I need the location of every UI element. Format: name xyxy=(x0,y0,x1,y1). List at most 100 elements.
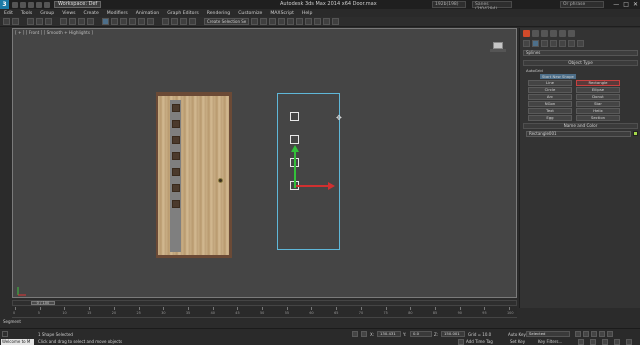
display-tab-icon[interactable] xyxy=(559,30,566,37)
redo-icon[interactable] xyxy=(12,18,19,25)
viewport-label[interactable]: [ + ] [ Front ] [ Smooth + Highlights ] xyxy=(15,30,93,35)
front-viewport[interactable]: [ + ] [ Front ] [ Smooth + Highlights ] xyxy=(12,28,517,298)
move-gizmo-y-axis[interactable] xyxy=(294,148,296,188)
infocenter-field-left[interactable]: 192b(198) xyxy=(432,1,466,8)
y-coordinate-input[interactable]: 0.0 xyxy=(410,331,432,337)
start-new-shape-checkbox[interactable]: Start New Shape xyxy=(540,74,576,79)
curve-editor-icon[interactable] xyxy=(287,18,295,25)
modify-tab-icon[interactable] xyxy=(532,30,539,37)
viewcube-icon[interactable] xyxy=(490,42,506,53)
absolute-mode-icon[interactable] xyxy=(361,331,367,337)
selected-set-dropdown[interactable]: Selected xyxy=(526,331,570,337)
close-icon[interactable]: ✕ xyxy=(633,1,638,8)
motion-tab-icon[interactable] xyxy=(550,30,557,37)
menu-views[interactable]: Views xyxy=(62,11,75,16)
zoom-all-icon[interactable] xyxy=(590,339,596,345)
geometry-icon[interactable] xyxy=(523,40,530,47)
select-by-name-icon[interactable] xyxy=(69,18,76,25)
door-leaf[interactable] xyxy=(158,96,229,255)
space-warps-icon[interactable] xyxy=(568,40,575,47)
align-icon[interactable] xyxy=(260,18,268,25)
named-selection-sets-dropdown[interactable]: Create Selection Se xyxy=(204,18,250,25)
circle-button[interactable]: Circle xyxy=(528,87,572,93)
play-icon[interactable] xyxy=(591,331,597,337)
undo-icon[interactable] xyxy=(36,1,42,8)
lock-selection-icon[interactable] xyxy=(352,331,358,337)
menu-rendering[interactable]: Rendering xyxy=(207,11,230,16)
select-object-icon[interactable] xyxy=(60,18,67,25)
star-button[interactable]: Star xyxy=(576,101,620,107)
maximize-icon[interactable]: □ xyxy=(623,1,629,8)
z-coordinate-input[interactable]: 150.001 xyxy=(441,331,465,337)
rectangle-button[interactable]: Rectangle xyxy=(576,80,620,86)
menu-modifiers[interactable]: Modifiers xyxy=(107,11,128,16)
x-coordinate-input[interactable]: 130.431 xyxy=(377,331,401,337)
select-and-rotate-icon[interactable] xyxy=(111,18,118,25)
window-crossing-icon[interactable] xyxy=(87,18,94,25)
text-button[interactable]: Text xyxy=(528,108,572,114)
object-name-input[interactable]: Rectangle001 xyxy=(526,131,631,137)
time-slider[interactable]: 0 / 100 xyxy=(12,300,517,306)
infocenter-search-input[interactable]: Or phrase xyxy=(560,1,604,8)
menu-create[interactable]: Create xyxy=(84,11,99,16)
graphite-toggle-icon[interactable] xyxy=(278,18,286,25)
vertex-marker[interactable] xyxy=(290,135,299,144)
schematic-view-icon[interactable] xyxy=(296,18,304,25)
egg-button[interactable]: Egg xyxy=(528,115,572,121)
menu-tools[interactable]: Tools xyxy=(21,11,32,16)
maximize-viewport-icon[interactable] xyxy=(626,339,632,345)
lights-icon[interactable] xyxy=(541,40,548,47)
pivot-center-icon[interactable] xyxy=(138,18,145,25)
app-logo-icon[interactable]: 3 xyxy=(0,0,9,9)
workspace-dropdown[interactable]: Workspace: Def xyxy=(54,1,102,8)
systems-icon[interactable] xyxy=(577,40,584,47)
mirror-icon[interactable] xyxy=(251,18,259,25)
rendered-frame-window-icon[interactable] xyxy=(323,18,331,25)
auto-key-button[interactable]: Auto Key xyxy=(508,332,526,337)
section-button[interactable]: Section xyxy=(576,115,620,121)
create-tab-icon[interactable] xyxy=(523,30,530,37)
spinner-snap-icon[interactable] xyxy=(189,18,196,25)
menu-graph-editors[interactable]: Graph Editors xyxy=(167,11,199,16)
snaps-toggle-icon[interactable] xyxy=(162,18,169,25)
ellipse-button[interactable]: Ellipse xyxy=(576,87,620,93)
category-dropdown[interactable]: Splines xyxy=(523,50,638,56)
undo-icon[interactable] xyxy=(3,18,10,25)
key-filters-button[interactable]: Key Filters... xyxy=(538,339,562,344)
previous-frame-icon[interactable] xyxy=(583,331,589,337)
donut-button[interactable]: Donut xyxy=(576,94,620,100)
move-gizmo-x-axis[interactable] xyxy=(296,185,328,187)
rectangle-spline[interactable] xyxy=(277,93,340,250)
rectangular-region-icon[interactable] xyxy=(78,18,85,25)
percent-snap-icon[interactable] xyxy=(180,18,187,25)
render-setup-icon[interactable] xyxy=(314,18,322,25)
vertex-marker[interactable] xyxy=(290,112,299,121)
redo-icon[interactable] xyxy=(44,1,50,8)
set-key-button[interactable]: Set Key xyxy=(510,339,525,344)
open-file-icon[interactable] xyxy=(20,1,26,8)
select-and-manipulate-icon[interactable] xyxy=(147,18,154,25)
minimize-icon[interactable]: — xyxy=(613,1,619,8)
cameras-icon[interactable] xyxy=(550,40,557,47)
select-and-scale-icon[interactable] xyxy=(120,18,127,25)
save-file-icon[interactable] xyxy=(28,1,34,8)
reference-coordinate-icon[interactable] xyxy=(129,18,136,25)
unlink-icon[interactable] xyxy=(36,18,43,25)
maxscript-mini-icon[interactable] xyxy=(2,331,8,337)
time-slider-knob[interactable]: 0 / 100 xyxy=(31,301,55,305)
ngon-button[interactable]: NGon xyxy=(528,101,572,107)
move-gizmo-y-arrow-icon[interactable] xyxy=(291,145,299,152)
object-type-rollout[interactable]: Object Type xyxy=(523,60,638,66)
angle-snap-icon[interactable] xyxy=(171,18,178,25)
menu-edit[interactable]: Edit xyxy=(4,11,13,16)
object-color-swatch[interactable] xyxy=(633,131,638,136)
zoom-icon[interactable] xyxy=(578,339,584,345)
render-production-icon[interactable] xyxy=(332,18,340,25)
add-time-tag[interactable]: Add Time Tag xyxy=(466,339,493,344)
hierarchy-tab-icon[interactable] xyxy=(541,30,548,37)
menu-help[interactable]: Help xyxy=(302,11,312,16)
select-and-move-icon[interactable] xyxy=(102,18,109,25)
field-of-view-icon[interactable] xyxy=(602,339,608,345)
next-frame-icon[interactable] xyxy=(599,331,605,337)
track-bar[interactable]: 0 5 10 15 20 25 30 35 40 45 50 55 60 65 70 75 80 85 90 95 10… xyxy=(12,307,517,318)
